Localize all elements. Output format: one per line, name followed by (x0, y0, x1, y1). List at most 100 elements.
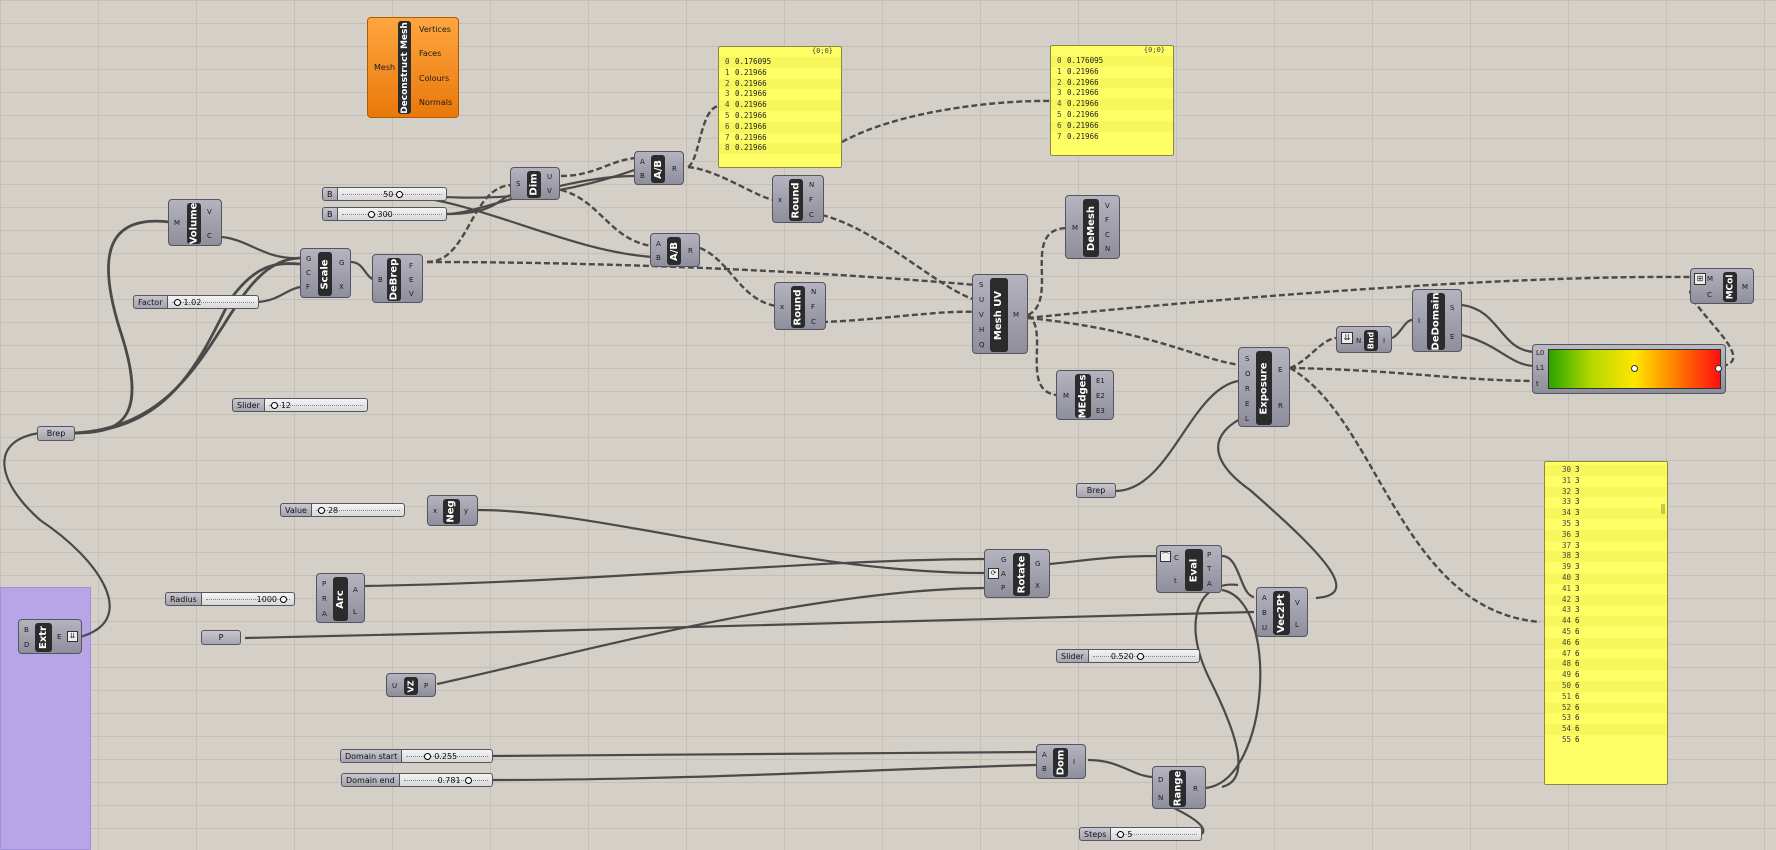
list-item: 0 0.176095 (719, 57, 841, 68)
wire (1194, 583, 1240, 789)
output-panel[interactable]: {0;0} 0 0.176095 1 0.21966 2 0.21966 3 0.219… (1050, 45, 1174, 156)
wire (364, 557, 985, 588)
debrep-component[interactable]: B DeBrep F E V (372, 254, 423, 303)
slider-label: Factor (133, 295, 168, 309)
rotate-component[interactable]: G ⟳ A P Rotate G X (984, 549, 1050, 598)
dedomain-component[interactable]: I DeDomain S E (1412, 289, 1462, 352)
input-s: S (979, 281, 984, 289)
slider-track[interactable]: 1.02 (167, 295, 259, 309)
construct-domain-component[interactable]: A B Dom I (1036, 744, 1086, 779)
component-title: Range (1169, 770, 1186, 807)
panel-rows: 0 0.176095 1 0.21966 2 0.21966 3 0.21966 4 0.… (1051, 56, 1173, 142)
slider-12[interactable]: Slider 12 (232, 398, 368, 412)
input-e: E (1245, 400, 1250, 408)
component-title: Scale (318, 252, 332, 296)
wire (1289, 366, 1541, 624)
gradient-component[interactable]: L0 L1 t (1532, 344, 1726, 394)
input-x: x (780, 303, 785, 311)
output-panel[interactable]: 30 3 31 3 32 3 33 3 34 3 35 3 36 3 37 3 38 3 39 3 … (1544, 461, 1668, 785)
input-n: N (1356, 337, 1362, 345)
volume-component[interactable]: M Volume V C (168, 199, 222, 246)
steps-slider[interactable]: Steps 5 (1079, 827, 1202, 841)
scale-component[interactable]: G C F Scale G X (300, 248, 351, 298)
radius-slider[interactable]: Radius 1000 (165, 592, 295, 606)
input-a: A (1262, 594, 1267, 602)
list-item: 48 6 (1545, 659, 1667, 671)
output-v: V (547, 187, 552, 195)
round-component[interactable]: x Round N F C (774, 282, 826, 330)
input-f: F (306, 283, 311, 291)
list-item: 5 0.21966 (725, 110, 767, 120)
output-p: P (1207, 551, 1212, 559)
output-e: E (409, 276, 414, 284)
extrude-component[interactable]: B D Extr E ⇊ (18, 619, 82, 654)
slider-track[interactable]: 0.255 (402, 749, 493, 763)
round-component[interactable]: x Round N F C (772, 175, 824, 223)
evaluate-curve-component[interactable]: ⌒ C t Eval P T A (1156, 545, 1222, 593)
negative-component[interactable]: x Neg y (427, 495, 478, 526)
list-item: 2 0.21966 (1051, 77, 1173, 89)
list-item: 7 0.21966 (1057, 131, 1099, 141)
b-slider-50[interactable]: B 50 (322, 187, 447, 201)
input-b: B (640, 172, 645, 180)
exposure-component[interactable]: S O R E L Exposure E R (1238, 347, 1290, 427)
gradient-handle[interactable] (1631, 365, 1638, 372)
range-component[interactable]: D N Range R (1152, 766, 1206, 809)
slider-0520[interactable]: Slider 0.520 (1056, 649, 1200, 663)
slider-track[interactable]: 0.781 (399, 773, 493, 787)
domain-end-slider[interactable]: Domain end 0.781 (341, 773, 493, 787)
component-title: Mesh UV (990, 278, 1008, 352)
slider-track[interactable]: 0.520 (1088, 649, 1200, 663)
output-g: G (1035, 560, 1041, 568)
list-item: 31 3 (1561, 475, 1580, 485)
input-d: D (24, 641, 30, 649)
division-component[interactable]: A B A/B R (650, 233, 700, 267)
deconstruct-mesh-component[interactable]: Mesh Deconstruct Mesh Vertices Faces Col… (367, 17, 459, 118)
input-u: U (1262, 624, 1268, 632)
domain-start-slider[interactable]: Domain start 0.255 (340, 749, 493, 763)
mesh-colour-component[interactable]: ⊞ M C MCol M (1690, 268, 1754, 304)
factor-slider[interactable]: Factor 1.02 (133, 295, 259, 309)
arc-component[interactable]: P R A Arc A L (316, 573, 365, 623)
medges-component[interactable]: M MEdges E1 E2 E3 (1056, 370, 1114, 420)
wires-layer (3, 99, 1735, 835)
bounds-component[interactable]: ⇊ N Bnd I (1336, 326, 1392, 353)
wire (1221, 554, 1255, 599)
b-slider-300[interactable]: B 300 (322, 207, 447, 221)
grasshopper-canvas[interactable]: Mesh Deconstruct Mesh Vertices Faces Col… (0, 0, 1776, 850)
point-parameter[interactable]: P (201, 630, 241, 645)
wire (1027, 226, 1067, 317)
input-g: G (306, 255, 312, 263)
output-e: E (1450, 333, 1455, 341)
list-item: 54 6 (1545, 724, 1667, 735)
output-v: V (207, 208, 212, 216)
component-title: Rotate (1013, 553, 1030, 596)
value-slider[interactable]: Value 28 (280, 503, 405, 517)
input-n: N (1158, 794, 1164, 802)
dim-component[interactable]: S Dim U V (510, 167, 560, 200)
output-panel[interactable]: {0;0} 0 0.176095 1 0.21966 2 0.21966 3 0.219… (718, 46, 842, 168)
vec2pt-component[interactable]: A B U Vec2Pt V L (1256, 587, 1308, 637)
list-item: 1 0.21966 (725, 67, 767, 77)
panel-scrollbar[interactable] (1661, 504, 1665, 514)
gradient-handle[interactable] (1715, 365, 1722, 372)
brep-parameter[interactable]: Brep (37, 426, 75, 441)
brep-parameter[interactable]: Brep (1076, 483, 1116, 498)
division-component[interactable]: A B A/B R (634, 151, 684, 185)
slider-track[interactable]: 1000 (201, 592, 295, 606)
wire (380, 192, 653, 259)
wire (1049, 554, 1159, 566)
list-item: 51 6 (1561, 691, 1580, 701)
input-q: Q (979, 341, 985, 349)
demesh-component[interactable]: M DeMesh V F C N (1065, 195, 1120, 259)
mesh-uv-component[interactable]: S U V H Q Mesh UV M (972, 274, 1028, 354)
unit-z-component[interactable]: U VZ P (386, 673, 436, 697)
slider-track[interactable]: 300 (337, 207, 447, 221)
output-n: N (1105, 245, 1111, 253)
slider-track[interactable]: 12 (264, 398, 368, 412)
wire (1205, 588, 1262, 790)
input-c: C (306, 269, 311, 277)
slider-track[interactable]: 50 (337, 187, 447, 201)
slider-track[interactable]: 5 (1111, 827, 1202, 841)
slider-track[interactable]: 28 (311, 503, 405, 517)
